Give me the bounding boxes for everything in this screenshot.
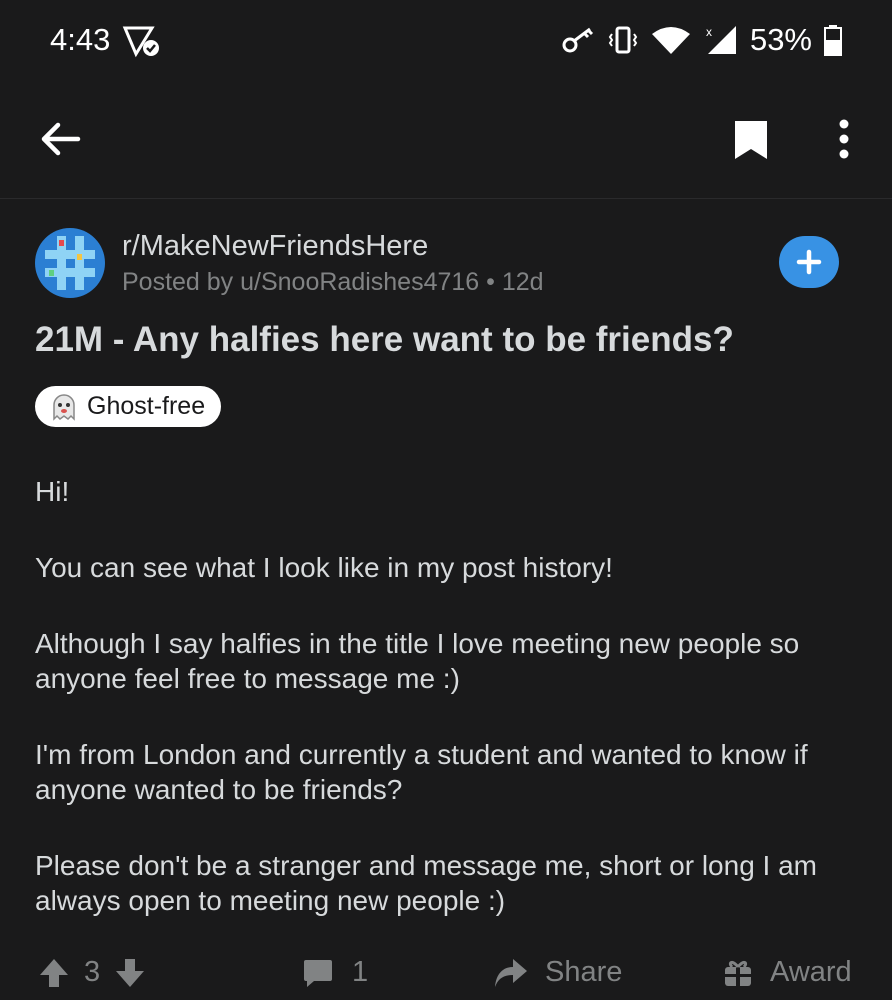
comment-icon <box>304 959 332 987</box>
share-button[interactable]: Share <box>493 956 622 989</box>
battery-icon <box>824 25 842 56</box>
location-icon <box>122 26 159 58</box>
status-time: 4:43 <box>50 22 111 57</box>
svg-text:x: x <box>706 25 712 39</box>
post-paragraph: Although I say halfies in the title I lo… <box>35 628 800 694</box>
divider <box>0 198 892 199</box>
post-flair[interactable]: Ghost-free <box>35 386 222 427</box>
ghost-icon <box>53 393 75 421</box>
post-paragraph: You can see what I look like in my post … <box>35 552 613 583</box>
upvote-icon[interactable] <box>38 957 70 989</box>
share-icon <box>495 958 527 987</box>
app-bar <box>0 95 892 195</box>
post-meta[interactable]: Posted by u/SnooRadishes4716 • 12d <box>122 268 544 297</box>
vote-score: 3 <box>84 956 101 988</box>
bookmark-icon[interactable] <box>733 119 769 161</box>
back-arrow-icon[interactable] <box>38 117 82 161</box>
status-bar: 4:43 x 53% <box>0 0 892 80</box>
join-button[interactable] <box>779 236 839 288</box>
award-label: Award <box>770 956 852 988</box>
comment-count: 1 <box>352 956 369 988</box>
status-icons: x 53% <box>562 22 842 58</box>
flair-label: Ghost-free <box>87 392 206 420</box>
post-title: 21M - Any halfies here want to be friend… <box>35 320 734 359</box>
wifi-icon <box>651 27 690 54</box>
battery-percent: 53% <box>749 22 812 57</box>
action-bar: 3 1 Share Award <box>0 950 892 1000</box>
post-body: Hi! You can see what I look like in my p… <box>35 474 865 959</box>
post-paragraph: Please don't be a stranger and message m… <box>35 850 818 916</box>
more-vert-icon[interactable] <box>834 119 854 159</box>
vote-group: 3 <box>38 956 146 989</box>
subreddit-name[interactable]: r/MakeNewFriendsHere <box>122 230 428 263</box>
plus-icon <box>796 249 822 275</box>
hashtag-icon <box>45 236 95 290</box>
key-icon <box>562 27 594 53</box>
post-paragraph: I'm from London and currently a student … <box>35 739 808 805</box>
downvote-icon[interactable] <box>114 957 146 989</box>
award-button[interactable]: Award <box>722 956 852 989</box>
signal-icon: x <box>706 25 736 54</box>
subreddit-avatar[interactable] <box>35 228 105 298</box>
vibrate-icon <box>608 26 638 54</box>
comments-button[interactable]: 1 <box>302 956 368 989</box>
award-icon <box>725 960 751 986</box>
post-paragraph: Hi! <box>35 476 70 507</box>
share-label: Share <box>545 956 623 988</box>
